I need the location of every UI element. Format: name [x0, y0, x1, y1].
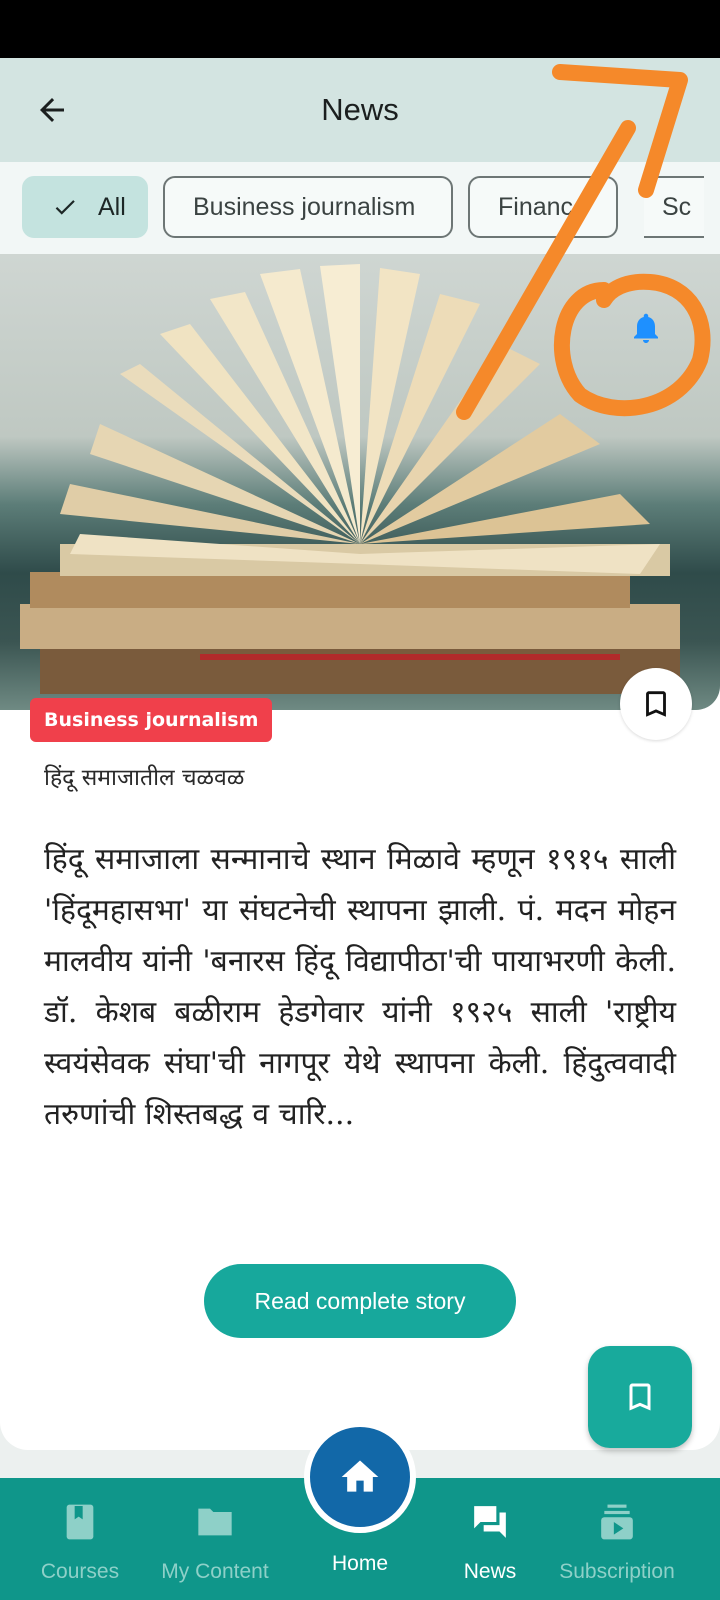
saved-bookmarks-fab[interactable]: [588, 1346, 692, 1448]
bookmark-icon: [646, 691, 666, 717]
page-title: News: [321, 92, 399, 127]
book-icon: [66, 1504, 94, 1540]
read-complete-story-button[interactable]: Read complete story: [204, 1264, 516, 1338]
filter-chip-bar: All Business journalism Finance Sc: [0, 162, 720, 254]
check-icon: [52, 194, 78, 220]
nav-subscription[interactable]: Subscription: [547, 1498, 687, 1584]
nav-label: Subscription: [559, 1560, 675, 1583]
article-image: [0, 254, 720, 710]
back-arrow-icon: [40, 98, 64, 122]
news-card: Business journalism हिंदू समाजातील चळवळ …: [0, 254, 720, 1450]
back-button[interactable]: [30, 88, 74, 132]
nav-label: My Content: [161, 1560, 269, 1583]
play-stack-icon: [601, 1504, 633, 1540]
chip-label: Finance: [498, 192, 587, 221]
article-subtitle: हिंदू समाजातील चळवळ: [44, 765, 245, 791]
chat-icon: [474, 1506, 506, 1538]
app-bar: News: [0, 58, 720, 162]
bookmark-icon: [629, 1383, 651, 1411]
status-bar: [0, 0, 720, 58]
nav-label: News: [463, 1560, 517, 1583]
notification-bell[interactable]: [624, 306, 668, 350]
nav-news[interactable]: News: [420, 1498, 560, 1584]
bell-icon: [634, 313, 658, 343]
chip-label: Sc: [662, 192, 692, 221]
nav-courses[interactable]: Courses: [10, 1498, 150, 1584]
nav-label: Courses: [40, 1560, 120, 1583]
nav-home-button[interactable]: [304, 1421, 416, 1533]
article-body: हिंदू समाजाला सन्मानाचे स्थान मिळावे म्ह…: [44, 842, 676, 1132]
chip-clip: Sc: [644, 162, 704, 254]
home-icon: [341, 1460, 379, 1492]
chip-finance[interactable]: Finance: [468, 176, 618, 238]
chip-label: All: [98, 192, 126, 221]
chip-label: Business journalism: [193, 192, 416, 221]
chip-all[interactable]: All: [22, 176, 148, 238]
folder-icon: [198, 1508, 232, 1536]
bookmark-button[interactable]: [620, 668, 692, 740]
chip-sc[interactable]: Sc: [644, 176, 704, 238]
nav-my-content[interactable]: My Content: [145, 1498, 285, 1584]
nav-home-label: Home: [331, 1552, 389, 1575]
chip-business-journalism[interactable]: Business journalism: [163, 176, 453, 238]
category-badge: Business journalism: [30, 698, 273, 742]
